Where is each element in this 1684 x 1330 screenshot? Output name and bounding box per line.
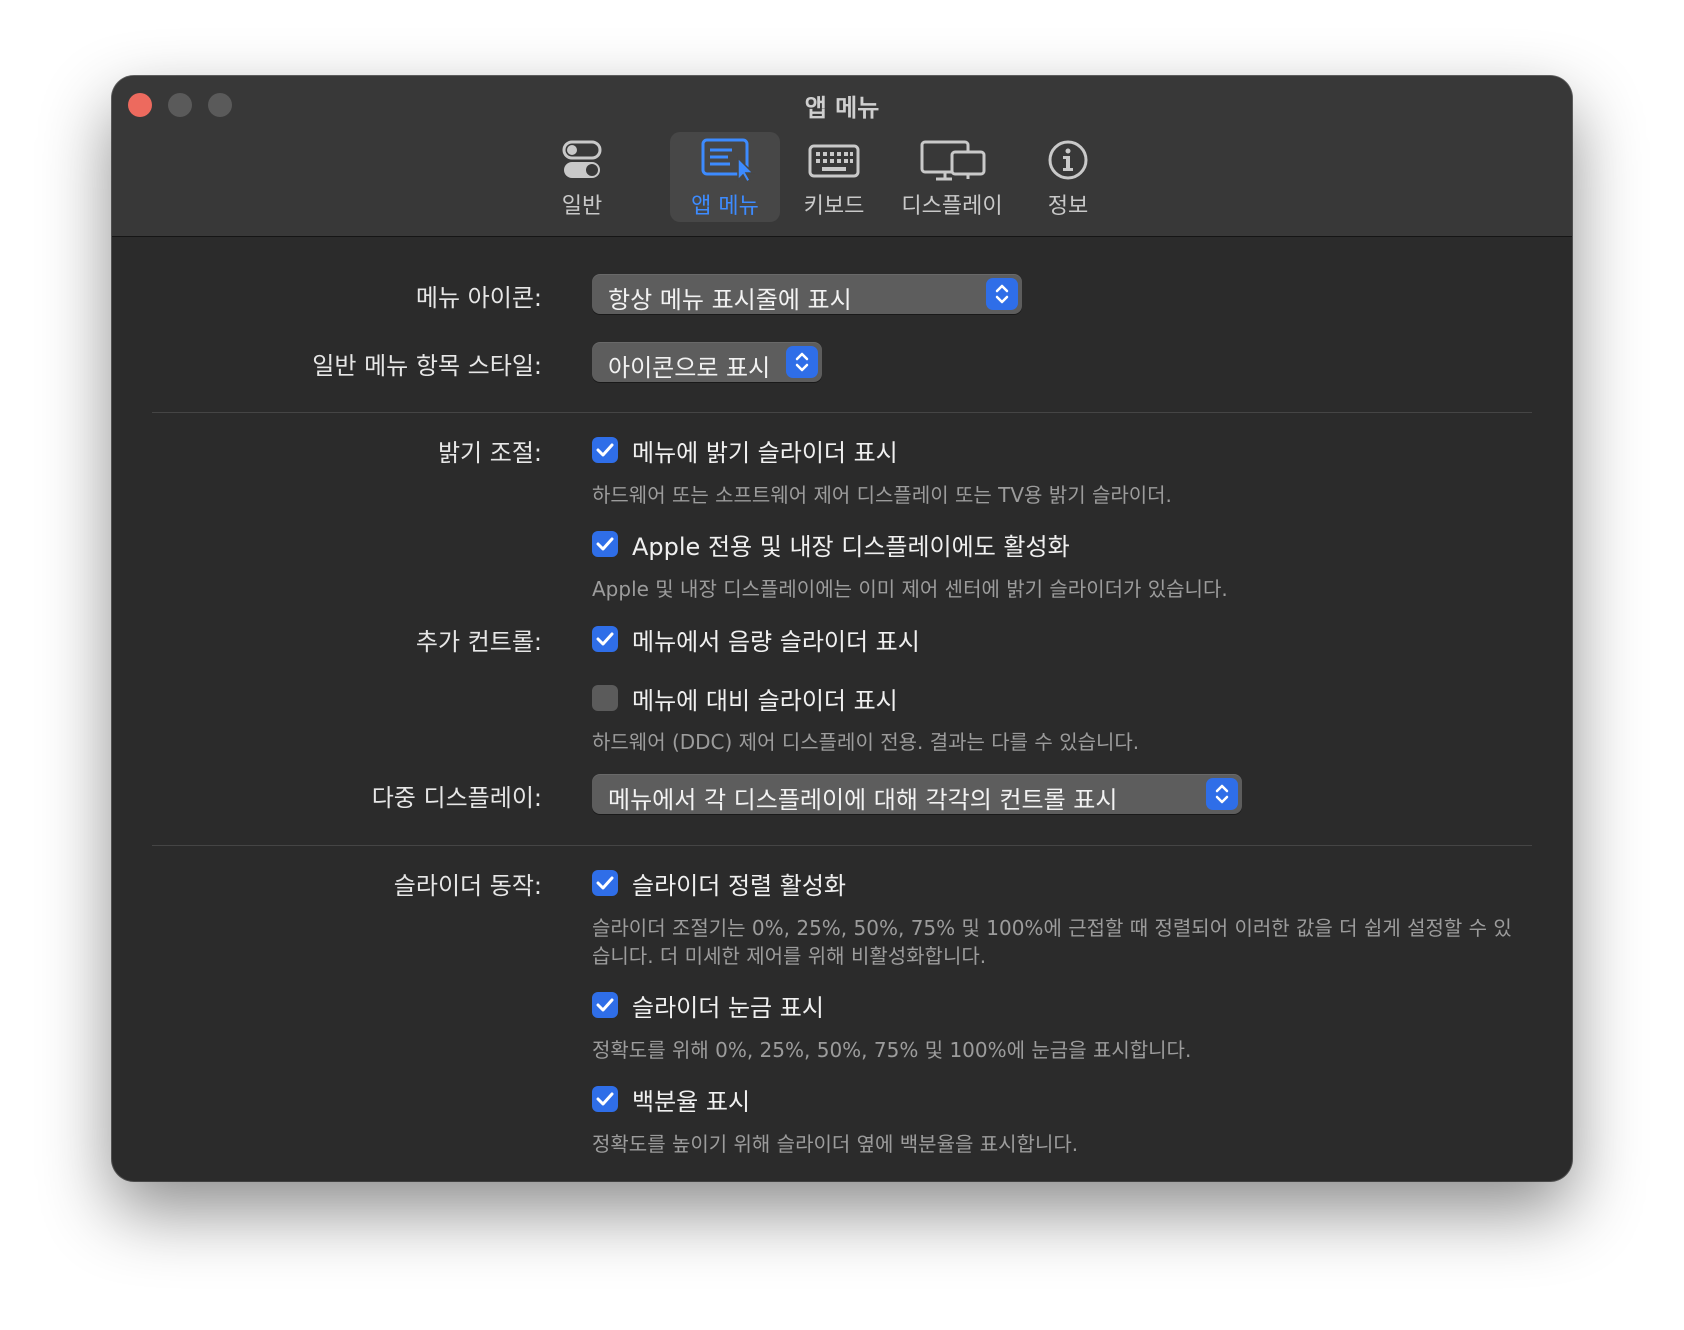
multi-display-select[interactable]: 메뉴에서 각 디스플레이에 대해 각각의 컨트롤 표시 [592,774,1242,814]
window-title: 앱 메뉴 [804,94,880,122]
menu-icon-select[interactable]: 항상 메뉴 표시줄에 표시 [592,274,1022,314]
apple-builtin-label: Apple 전용 및 내장 디스플레이에도 활성화 [632,533,1070,561]
displays-icon [892,138,1012,182]
info-icon [1018,138,1118,182]
volume-slider-label: 메뉴에서 음량 슬라이더 표시 [632,628,920,656]
toolbar: 앱 메뉴 일반 앱 메뉴 키보드 디스플레이 정보 [112,76,1572,237]
slider-behavior-label: 슬라이더 동작: [393,872,542,900]
chevron-updown-icon [1206,778,1238,810]
menu-icon-value: 항상 메뉴 표시줄에 표시 [608,286,852,314]
brightness-slider-label: 메뉴에 밝기 슬라이더 표시 [632,439,898,467]
tab-keyboard[interactable]: 키보드 [784,132,884,222]
extra-controls-label: 추가 컨트롤: [415,628,542,656]
percent-note: 정확도를 높이기 위해 슬라이더 옆에 백분율을 표시합니다. [592,1132,1079,1156]
brightness-label: 밝기 조절: [437,439,542,467]
slider-ticks-label: 슬라이더 눈금 표시 [632,994,824,1022]
chevron-updown-icon [786,346,818,378]
multi-display-value: 메뉴에서 각 디스플레이에 대해 각각의 컨트롤 표시 [608,786,1118,814]
separator [152,845,1532,846]
brightness-slider-note: 하드웨어 또는 소프트웨어 제어 디스플레이 또는 TV용 밝기 슬라이더. [592,483,1172,507]
tab-general[interactable]: 일반 [532,132,632,222]
percent-checkbox[interactable] [592,1086,618,1112]
menu-cursor-icon [670,138,780,184]
separator [152,412,1532,413]
menu-icon-label: 메뉴 아이콘: [415,284,542,312]
slider-snap-note: 슬라이더 조절기는 0%, 25%, 50%, 75% 및 100%에 근접할 … [592,916,1512,968]
tab-about[interactable]: 정보 [1018,132,1118,222]
tab-label: 정보 [1047,194,1089,219]
contrast-slider-checkbox[interactable] [592,685,618,711]
slider-snap-checkbox[interactable] [592,870,618,896]
percent-label: 백분율 표시 [632,1088,751,1116]
brightness-slider-checkbox[interactable] [592,437,618,463]
slider-snap-label: 슬라이더 정렬 활성화 [632,872,846,900]
slider-ticks-note: 정확도를 위해 0%, 25%, 50%, 75% 및 100%에 눈금을 표시… [592,1038,1192,1062]
tab-label: 앱 메뉴 [691,194,759,219]
slider-ticks-checkbox[interactable] [592,992,618,1018]
contrast-slider-note: 하드웨어 (DDC) 제어 디스플레이 전용. 결과는 다를 수 있습니다. [592,730,1140,754]
multi-display-label: 다중 디스플레이: [371,784,542,812]
menu-item-style-value: 아이콘으로 표시 [608,354,771,382]
tab-app-menu[interactable]: 앱 메뉴 [670,132,780,222]
settings-pane: 메뉴 아이콘: 항상 메뉴 표시줄에 표시 일반 메뉴 항목 스타일: 아이콘으… [112,237,1572,1181]
apple-builtin-note: Apple 및 내장 디스플레이에는 이미 제어 센터에 밝기 슬라이더가 있습… [592,577,1228,601]
toggle-icon [532,138,632,182]
contrast-slider-label: 메뉴에 대비 슬라이더 표시 [632,687,898,715]
menu-item-style-select[interactable]: 아이콘으로 표시 [592,342,822,382]
volume-slider-checkbox[interactable] [592,626,618,652]
tab-label: 일반 [561,194,603,219]
tab-label: 키보드 [803,194,865,219]
menu-item-style-label: 일반 메뉴 항목 스타일: [312,352,542,380]
chevron-updown-icon [986,278,1018,310]
keyboard-icon [784,138,884,182]
tab-displays[interactable]: 디스플레이 [892,132,1012,222]
preferences-window: 앱 메뉴 일반 앱 메뉴 키보드 디스플레이 정보 메뉴 아이콘: 항상 메뉴 … [112,76,1572,1181]
tab-label: 디스플레이 [901,194,1003,219]
apple-builtin-checkbox[interactable] [592,531,618,557]
